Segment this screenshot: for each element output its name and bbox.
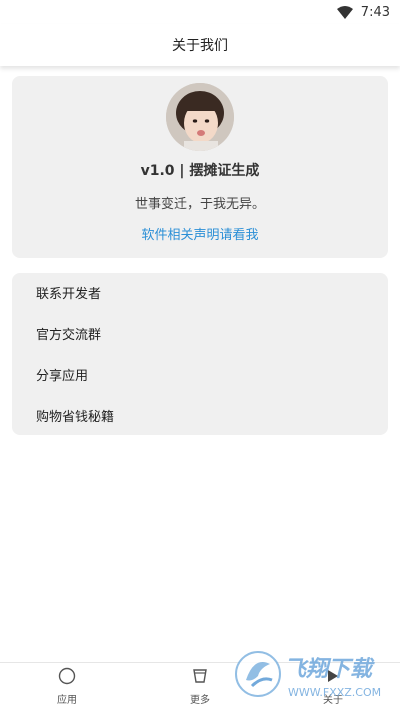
app-version-title: v1.0 | 摆摊证生成 — [140, 163, 260, 179]
svg-text:WWW.FXXZ.COM: WWW.FXXZ.COM — [288, 686, 381, 699]
cup-icon — [191, 667, 209, 688]
nav-item-apps[interactable]: 应用 — [37, 667, 97, 707]
menu-item-contact-developer[interactable]: 联系开发者 — [36, 277, 366, 307]
profile-card: v1.0 | 摆摊证生成 世事变迁，于我无异。 软件相关声明请看我 — [12, 76, 388, 258]
motto-text: 世事变迁，于我无异。 — [134, 197, 265, 212]
menu-item-label: 官方交流群 — [36, 327, 102, 343]
status-time: 7:43 — [360, 4, 390, 20]
menu-item-official-group[interactable]: 官方交流群 — [36, 318, 366, 348]
menu-item-share-app[interactable]: 分享应用 — [36, 359, 366, 389]
page-title: 关于我们 — [172, 38, 228, 54]
menu-item-label: 分享应用 — [36, 368, 89, 384]
software-statement-link[interactable]: 软件相关声明请看我 — [12, 224, 388, 243]
menu-item-label: 购物省钱秘籍 — [36, 409, 115, 425]
menu-item-shopping-tips[interactable]: 购物省钱秘籍 — [36, 400, 366, 430]
avatar — [166, 83, 234, 151]
menu-item-label: 联系开发者 — [36, 286, 102, 302]
app-bar: 关于我们 — [0, 24, 400, 66]
wifi-icon — [336, 5, 353, 19]
watermark-logo: 飞翔下载 WWW.FXXZ.COM — [232, 646, 392, 702]
svg-text:飞翔下载: 飞翔下载 — [284, 657, 375, 682]
circle-icon — [58, 667, 76, 688]
status-bar: 7:43 — [0, 0, 400, 24]
nav-label-more: 更多 — [190, 695, 210, 706]
nav-label-apps: 应用 — [57, 695, 77, 706]
menu-card: 联系开发者 官方交流群 分享应用 购物省钱秘籍 — [12, 273, 388, 435]
nav-item-more[interactable]: 更多 — [170, 667, 230, 707]
